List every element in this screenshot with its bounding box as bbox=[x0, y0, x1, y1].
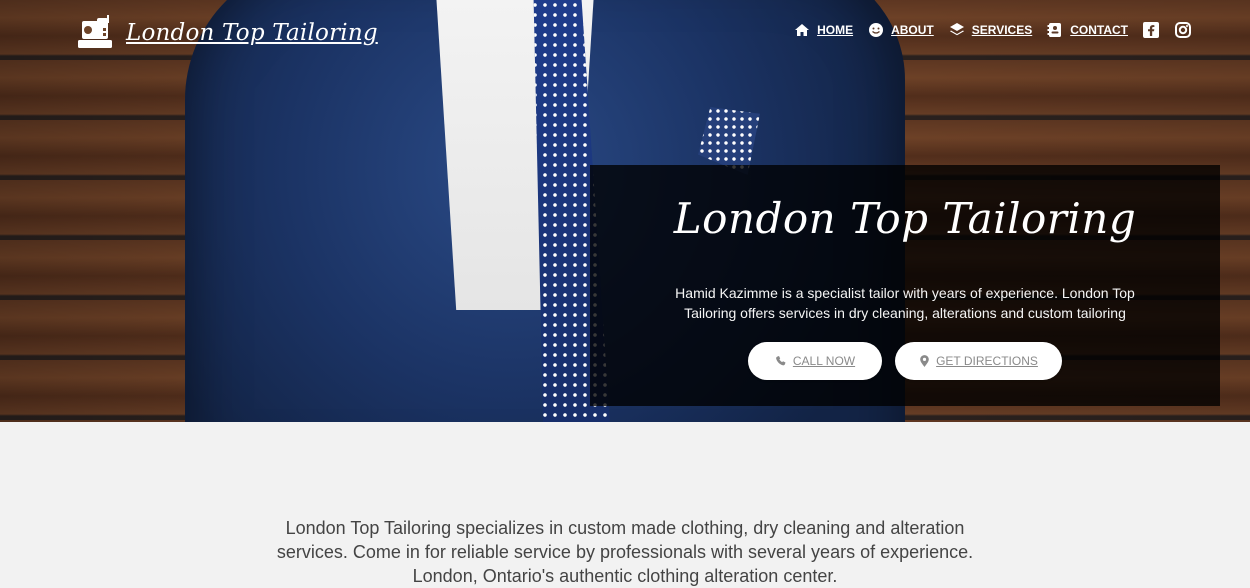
brand-link[interactable]: London Top Tailoring bbox=[74, 12, 378, 54]
brand-title: London Top Tailoring bbox=[126, 20, 378, 46]
home-icon bbox=[795, 24, 810, 36]
intro-paragraph: London Top Tailoring specializes in cust… bbox=[276, 518, 974, 586]
site-header: London Top Tailoring HOME ABOUT SERVICES… bbox=[0, 0, 1250, 70]
nav-home-label: HOME bbox=[817, 23, 854, 37]
get-directions-button[interactable]: GET DIRECTIONS bbox=[895, 342, 1062, 380]
instagram-icon bbox=[1175, 22, 1191, 38]
contact-card-icon bbox=[1047, 23, 1062, 37]
nav-services-link[interactable]: SERVICES bbox=[948, 21, 1032, 39]
call-now-label: CALL NOW bbox=[792, 354, 856, 368]
hero-title: London Top Tailoring bbox=[673, 194, 1137, 243]
hero-buttons: CALL NOW GET DIRECTIONS bbox=[748, 342, 1062, 380]
nav-about-label: ABOUT bbox=[891, 23, 934, 37]
call-now-button[interactable]: CALL NOW bbox=[748, 342, 882, 380]
hero-section: London Top Tailoring HOME ABOUT SERVICES… bbox=[0, 0, 1250, 422]
facebook-link[interactable] bbox=[1142, 21, 1160, 39]
get-directions-label: GET DIRECTIONS bbox=[936, 354, 1038, 368]
nav-contact-label: CONTACT bbox=[1070, 23, 1128, 37]
nav-home-link[interactable]: HOME bbox=[793, 21, 853, 39]
instagram-link[interactable] bbox=[1174, 21, 1192, 39]
main-content: London Top Tailoring specializes in cust… bbox=[0, 422, 1250, 586]
hero-description: Hamid Kazimme is a specialist tailor wit… bbox=[675, 285, 1135, 321]
hero-overlay-card: London Top Tailoring Hamid Kazimme is a … bbox=[590, 165, 1220, 406]
nav-services-label: SERVICES bbox=[971, 23, 1033, 37]
layers-icon bbox=[949, 23, 964, 36]
smile-icon bbox=[869, 23, 884, 37]
sewing-machine-icon bbox=[78, 15, 112, 48]
map-pin-icon bbox=[920, 355, 929, 367]
facebook-icon bbox=[1143, 22, 1159, 38]
main-navigation: HOME ABOUT SERVICES CONTACT bbox=[793, 21, 1192, 39]
nav-about-link[interactable]: ABOUT bbox=[867, 21, 934, 39]
nav-contact-link[interactable]: CONTACT bbox=[1046, 21, 1128, 39]
phone-icon bbox=[775, 356, 786, 366]
